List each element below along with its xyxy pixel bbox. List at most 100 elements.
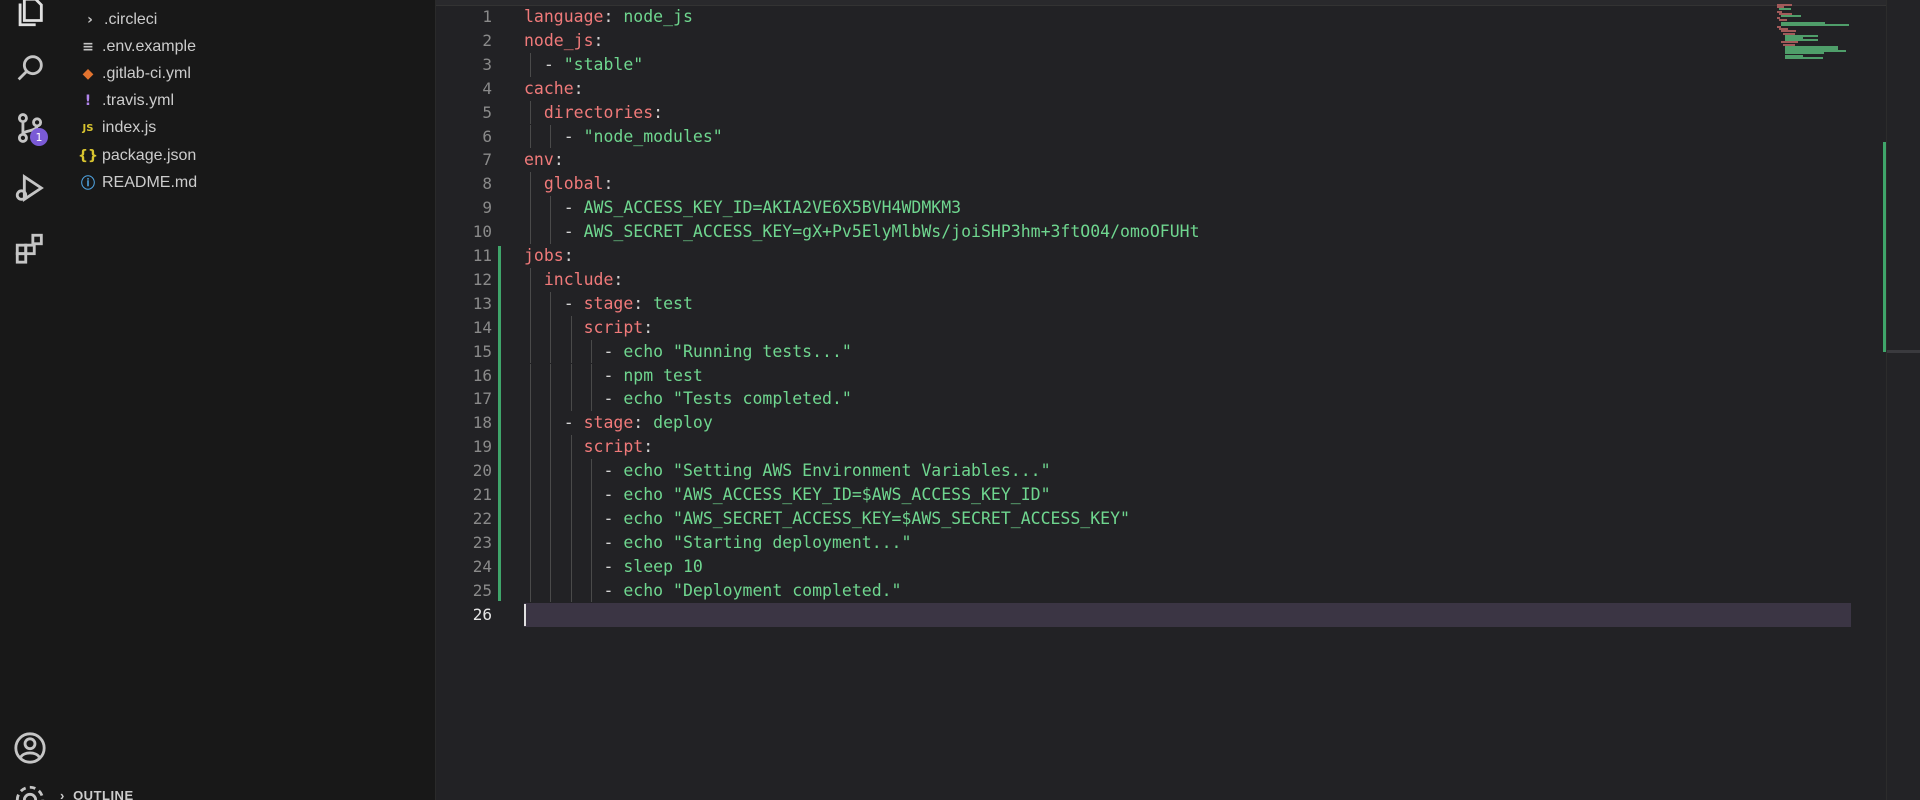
code-line: language: node_js (524, 7, 693, 26)
line-number: 26 (472, 604, 492, 624)
yaml-value: "node_modules" (583, 126, 723, 146)
line-number: 8 (482, 174, 492, 194)
explorer-icon[interactable] (10, 0, 50, 32)
minimap[interactable] (1771, 4, 1891, 64)
vertical-scrollbar[interactable] (1886, 0, 1920, 800)
scrollbar-thumb[interactable] (1887, 350, 1920, 353)
file-item[interactable]: JS index.js (60, 115, 435, 142)
code-line: - stage: test (524, 293, 693, 313)
yaml-key: cache (524, 78, 574, 98)
code-line: - "stable" (524, 54, 644, 74)
file-item[interactable]: ≡ .env.example (60, 33, 435, 60)
file-name: .env.example (102, 37, 196, 55)
text-cursor (524, 603, 526, 626)
line-number: 11 (472, 246, 492, 265)
yaml-key: directories (543, 102, 654, 122)
file-item[interactable]: › .circleci (60, 6, 435, 33)
file-name: .circleci (104, 10, 158, 28)
line-number: 4 (482, 78, 492, 98)
code-line: jobs: (524, 246, 574, 265)
search-icon[interactable] (10, 48, 50, 88)
extensions-icon[interactable] (10, 228, 50, 268)
yaml-value: sleep 10 (623, 556, 703, 576)
yaml-value: echo "Deployment completed." (623, 580, 902, 600)
yaml-value: echo "Setting AWS Environment Variables.… (623, 461, 1051, 481)
yaml-key: env (524, 150, 554, 170)
code-line: - sleep 10 (524, 556, 703, 576)
minimap-line (1785, 56, 1823, 59)
code-line: - echo "Deployment completed." (524, 580, 902, 600)
yaml-key: global (543, 174, 604, 194)
line-number: 22 (472, 508, 492, 528)
explorer-sidebar: › .circleci ≡ .env.example ◆ .gitlab-ci.yml!.… (60, 0, 435, 800)
yaml-key: stage (583, 293, 634, 313)
yaml-key: script (583, 437, 644, 457)
code-line: - echo "AWS_ACCESS_KEY_ID=$AWS_ACCESS_KE… (524, 485, 1051, 504)
file-name: .travis.yml (102, 92, 174, 110)
lines-file-icon: ≡ (82, 38, 94, 55)
account-icon[interactable] (10, 728, 50, 768)
code-editor[interactable]: 1 2 3 4 5 6 7 8 9 10 11 12 13 14 15 16 17 18 19 20 21 22 23 24 2… (435, 0, 1920, 800)
line-number: 9 (482, 198, 492, 218)
line-number: 7 (482, 150, 492, 170)
file-name: README.md (102, 173, 198, 191)
source-control-badge: 1 (30, 128, 48, 146)
line-number: 24 (472, 556, 492, 576)
file-item[interactable]: {} package.json (60, 142, 435, 169)
outline-label: OUTLINE (73, 788, 134, 800)
source-control-icon[interactable]: 1 (10, 108, 50, 148)
yaml-key: node_js (524, 30, 594, 50)
yaml-value: "stable" (563, 54, 644, 74)
yaml-value: echo "Running tests..." (623, 341, 852, 361)
yaml-value: node_js (623, 7, 693, 26)
code-line: - echo "Tests completed." (524, 389, 852, 409)
code-line: script: (583, 437, 654, 457)
file-item[interactable]: ! .travis.yml (60, 88, 435, 115)
minimap-line (1781, 15, 1801, 17)
file-item[interactable]: ◆ .gitlab-ci.yml (60, 60, 435, 87)
braces-file-icon: {} (78, 147, 98, 164)
manage-gear-icon[interactable] (10, 780, 50, 800)
yaml-value: echo "Starting deployment..." (623, 532, 912, 552)
line-number: 20 (472, 461, 492, 481)
line-number: 23 (472, 532, 492, 552)
activity-bar: 1 (0, 0, 60, 800)
chevron-right-icon: › (87, 11, 93, 28)
line-number: 13 (472, 293, 492, 313)
code-line: directories: (543, 102, 664, 122)
file-item[interactable]: ⓘ README.md (60, 169, 435, 196)
line-number: 17 (472, 389, 492, 409)
line-number: 2 (482, 30, 492, 50)
code-line: node_js: (524, 30, 604, 50)
yaml-value: AWS_ACCESS_KEY_ID=AKIA2VE6X5BVH4WDMKM3 (583, 198, 962, 218)
yaml-key: stage (583, 413, 634, 433)
yaml-value: echo "AWS_SECRET_ACCESS_KEY=$AWS_SECRET_… (623, 508, 1130, 528)
yaml-value: deploy (653, 413, 713, 433)
js-file-icon: JS (82, 122, 94, 134)
modified-lines-marker (498, 246, 501, 601)
minimap-line (1781, 23, 1849, 26)
file-name: index.js (102, 119, 157, 137)
info-icon: ⓘ (81, 175, 95, 192)
code-line: - AWS_ACCESS_KEY_ID=AKIA2VE6X5BVH4WDMKM3 (524, 198, 962, 218)
line-number: 25 (472, 580, 492, 600)
line-number: 5 (482, 102, 492, 122)
file-name: .gitlab-ci.yml (102, 64, 191, 82)
line-number: 6 (482, 126, 492, 146)
outline-section-header[interactable]: › OUTLINE (60, 788, 134, 800)
line-number: 16 (472, 365, 492, 385)
code-line: - echo "Running tests..." (524, 341, 852, 361)
chevron-right-icon: › (60, 788, 74, 800)
current-line-highlight (524, 602, 1851, 627)
yaml-key: language (524, 7, 604, 26)
run-debug-icon[interactable] (10, 168, 50, 208)
line-number: 3 (482, 54, 492, 74)
line-number: 14 (472, 317, 492, 337)
yaml-key: jobs (524, 246, 564, 265)
gitlab-fox-icon: ◆ (82, 65, 94, 82)
line-number: 12 (472, 269, 492, 289)
code-line: include: (543, 269, 624, 289)
code-line: env: (524, 150, 564, 170)
code-line: global: (543, 174, 614, 194)
code-line: cache: (524, 78, 584, 98)
